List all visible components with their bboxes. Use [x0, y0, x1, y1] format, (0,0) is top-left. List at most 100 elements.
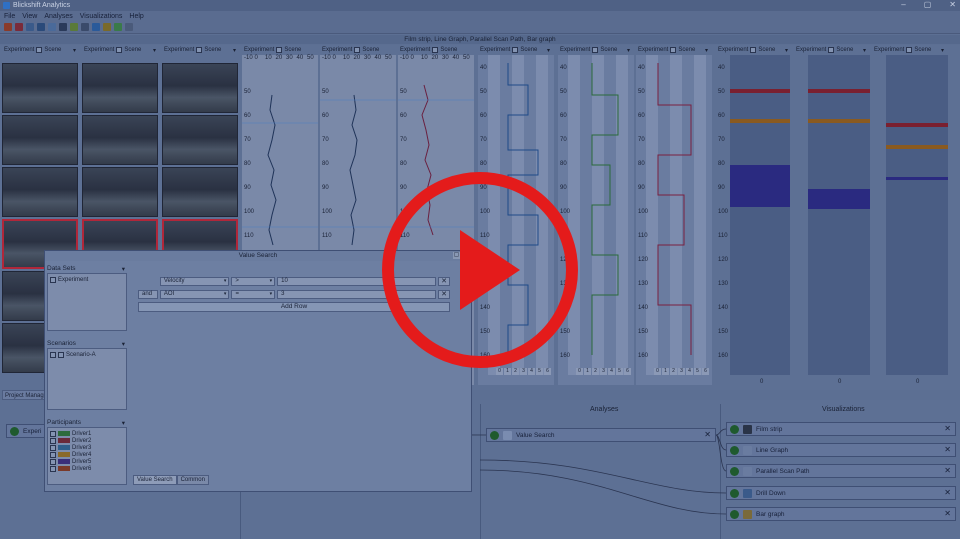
- chevron-down-icon[interactable]: ▾: [941, 47, 944, 54]
- operator-select[interactable]: = ▾: [231, 289, 276, 299]
- window-controls: – ▢ ✕: [901, 0, 956, 9]
- scene-checkbox[interactable]: [750, 47, 757, 53]
- segment-label[interactable]: 2: [670, 368, 677, 375]
- chevron-down-icon[interactable]: ▾: [122, 419, 125, 427]
- segment-label[interactable]: 0: [654, 368, 661, 375]
- checkbox[interactable]: [50, 430, 56, 437]
- scene-checkbox[interactable]: [196, 47, 203, 53]
- scene-checkbox[interactable]: [828, 47, 835, 53]
- video-frame[interactable]: [82, 167, 158, 217]
- list-item[interactable]: Driver2: [50, 437, 124, 444]
- scene-checkbox[interactable]: [36, 47, 43, 53]
- field-select[interactable]: AOI ▾: [159, 289, 230, 299]
- table-icon[interactable]: [92, 23, 100, 31]
- video-frame[interactable]: [2, 115, 78, 165]
- menu-file[interactable]: File: [4, 13, 15, 20]
- video-frame[interactable]: [2, 167, 78, 217]
- close-button[interactable]: ✕: [949, 0, 956, 9]
- checkbox[interactable]: [58, 351, 64, 358]
- chevron-down-icon[interactable]: ▾: [233, 47, 236, 54]
- segment-label[interactable]: 1: [584, 368, 591, 375]
- scene-checkbox[interactable]: [592, 47, 599, 53]
- save-icon[interactable]: [15, 23, 23, 31]
- video-frame[interactable]: [2, 63, 78, 113]
- scene-checkbox[interactable]: [670, 47, 677, 53]
- video-frame[interactable]: [162, 63, 238, 113]
- list-item[interactable]: Driver1: [50, 430, 124, 437]
- chart-icon[interactable]: [70, 23, 78, 31]
- scene-checkbox[interactable]: [512, 47, 519, 53]
- checkbox[interactable]: [50, 351, 56, 358]
- maximize-button[interactable]: ▢: [924, 0, 932, 9]
- chevron-down-icon[interactable]: ▾: [705, 47, 708, 54]
- play-video-icon[interactable]: [380, 170, 580, 370]
- segment-label[interactable]: 4: [608, 368, 615, 375]
- segment-label[interactable]: 2: [592, 368, 599, 375]
- checkbox[interactable]: [50, 437, 56, 444]
- checkbox[interactable]: [50, 451, 56, 458]
- settings-icon[interactable]: [26, 23, 34, 31]
- scene-checkbox[interactable]: [354, 47, 361, 53]
- logic-select[interactable]: and: [138, 289, 158, 299]
- segment-label[interactable]: 1: [662, 368, 669, 375]
- checkbox[interactable]: [50, 458, 56, 465]
- segment-label[interactable]: 4: [686, 368, 693, 375]
- database-icon[interactable]: [37, 23, 45, 31]
- tab-value-search[interactable]: Value Search: [133, 475, 177, 485]
- chevron-down-icon[interactable]: ▾: [863, 47, 866, 54]
- tab-common[interactable]: Common: [176, 475, 209, 485]
- menu-analyses[interactable]: Analyses: [44, 13, 72, 20]
- project-manager-tab[interactable]: Project Manag: [2, 390, 46, 400]
- checkbox[interactable]: [50, 276, 56, 283]
- dataset-label: Experiment: [638, 47, 669, 53]
- chevron-down-icon[interactable]: ▾: [547, 47, 550, 54]
- map-icon[interactable]: [103, 23, 111, 31]
- video-frame[interactable]: [82, 115, 158, 165]
- text-icon[interactable]: [59, 23, 67, 31]
- menu-help[interactable]: Help: [129, 13, 143, 20]
- list-item[interactable]: Experiment: [50, 276, 124, 283]
- chevron-down-icon[interactable]: ▾: [73, 47, 76, 54]
- refresh-icon[interactable]: [125, 23, 133, 31]
- segment-label[interactable]: 5: [694, 368, 701, 375]
- y-tick-label: 130: [718, 281, 729, 287]
- tag-icon[interactable]: [114, 23, 122, 31]
- video-frame[interactable]: [82, 63, 158, 113]
- chevron-down-icon[interactable]: ▾: [122, 265, 125, 273]
- scene-checkbox[interactable]: [276, 47, 283, 53]
- list-item[interactable]: Driver6: [50, 465, 124, 472]
- menu-view[interactable]: View: [22, 13, 37, 20]
- video-frame[interactable]: [162, 115, 238, 165]
- chevron-down-icon[interactable]: ▾: [122, 340, 125, 348]
- operator-select[interactable]: > ▾: [231, 276, 276, 286]
- scene-checkbox[interactable]: [906, 47, 913, 53]
- segment-label[interactable]: 3: [600, 368, 607, 375]
- bar-graph-panel[interactable]: [886, 55, 948, 375]
- segment-label[interactable]: 5: [616, 368, 623, 375]
- chevron-down-icon[interactable]: ▾: [785, 47, 788, 54]
- video-frame[interactable]: [162, 167, 238, 217]
- grid-icon[interactable]: [81, 23, 89, 31]
- list-item[interactable]: Driver5: [50, 458, 124, 465]
- scan-path-panel[interactable]: [636, 55, 712, 385]
- field-select[interactable]: Velocity ▾: [159, 276, 230, 286]
- menu-visualizations[interactable]: Visualizations: [80, 13, 123, 20]
- bar-graph-panel[interactable]: [808, 55, 870, 375]
- open-icon[interactable]: [4, 23, 12, 31]
- segment-label[interactable]: 3: [678, 368, 685, 375]
- filter-icon[interactable]: [48, 23, 56, 31]
- chevron-down-icon[interactable]: ▾: [627, 47, 630, 54]
- list-item[interactable]: Driver4: [50, 451, 124, 458]
- minimize-button[interactable]: –: [901, 0, 905, 9]
- bar-graph-panel[interactable]: [730, 55, 790, 375]
- checkbox[interactable]: [50, 465, 56, 472]
- scene-checkbox[interactable]: [432, 47, 439, 53]
- bar-segment: [886, 123, 948, 127]
- segment-label[interactable]: 6: [702, 368, 709, 375]
- scene-checkbox[interactable]: [116, 47, 123, 53]
- list-item[interactable]: Driver3: [50, 444, 124, 451]
- segment-label[interactable]: 6: [624, 368, 631, 375]
- chevron-down-icon[interactable]: ▾: [153, 47, 156, 54]
- checkbox[interactable]: [50, 444, 56, 451]
- list-item[interactable]: Scenario-A: [50, 351, 124, 358]
